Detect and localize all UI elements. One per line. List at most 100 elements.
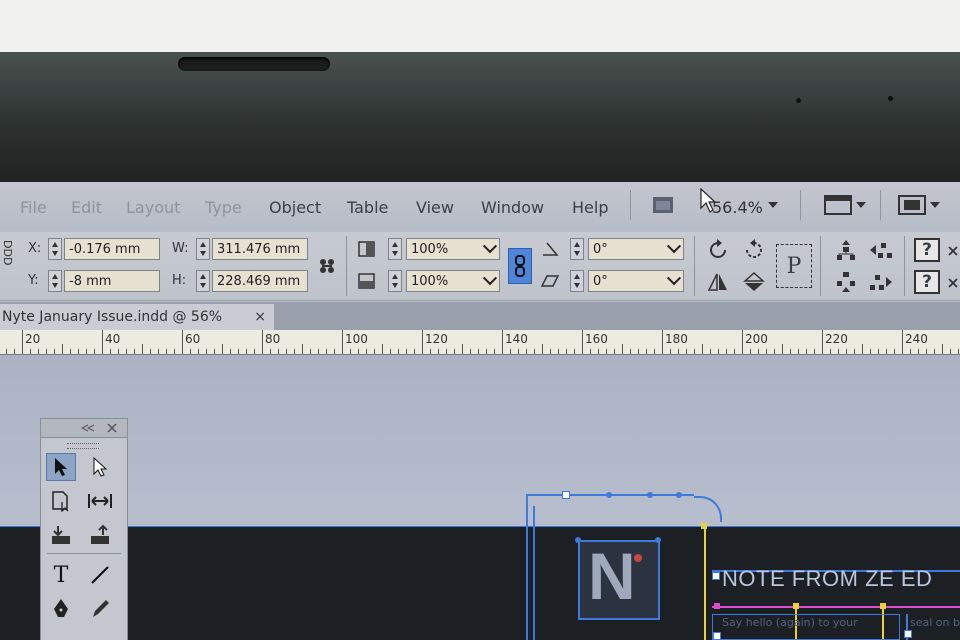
w-stepper[interactable] bbox=[196, 238, 210, 260]
panel-grip[interactable] bbox=[67, 443, 99, 449]
collapse-panel-icon[interactable] bbox=[81, 424, 95, 432]
body-text[interactable]: Say hello (again) to your bbox=[722, 616, 858, 629]
selection-tool-icon[interactable] bbox=[46, 453, 76, 481]
select-container-icon[interactable] bbox=[832, 236, 860, 264]
frame-handle[interactable] bbox=[712, 572, 720, 580]
scale-y-stepper[interactable] bbox=[388, 270, 402, 292]
page-tool-icon[interactable] bbox=[46, 487, 76, 515]
w-field[interactable]: 311.476 mm bbox=[212, 238, 308, 260]
close-icon[interactable] bbox=[946, 244, 960, 258]
constrain-scale-link-icon[interactable] bbox=[508, 248, 532, 284]
screen-mode-icon[interactable] bbox=[822, 192, 870, 218]
chevron-down-icon[interactable] bbox=[666, 239, 682, 254]
close-icon[interactable] bbox=[107, 423, 117, 433]
logo-frame[interactable]: N bbox=[578, 539, 660, 620]
menu-type[interactable]: Type bbox=[205, 198, 242, 217]
tools-panel-header[interactable] bbox=[41, 419, 127, 438]
rotate-clockwise-icon[interactable] bbox=[704, 236, 732, 264]
flip-vertical-icon[interactable] bbox=[740, 268, 768, 296]
help-icon[interactable]: ? bbox=[914, 238, 940, 262]
pen-tool-icon[interactable] bbox=[46, 595, 76, 623]
ruler-minor-tick bbox=[382, 344, 383, 354]
pencil-tool-icon[interactable] bbox=[85, 595, 115, 623]
chevron-down-icon[interactable] bbox=[666, 271, 682, 286]
x-field[interactable]: -0.176 mm bbox=[64, 238, 160, 260]
body-text-right[interactable]: seal on b bbox=[910, 616, 960, 629]
menu-object[interactable]: Object bbox=[269, 198, 321, 217]
select-content-icon[interactable] bbox=[832, 268, 860, 296]
content-collector-tool-icon[interactable] bbox=[46, 521, 76, 549]
direct-selection-tool-icon[interactable] bbox=[85, 453, 115, 481]
line-tool-icon[interactable] bbox=[85, 561, 115, 589]
menu-bar: File Edit Layout Type Object Table View … bbox=[0, 182, 960, 230]
select-previous-object-icon[interactable] bbox=[866, 236, 896, 264]
ruler-minor-tick bbox=[894, 349, 895, 354]
frame-handle[interactable] bbox=[904, 630, 912, 638]
ruler-minor-tick bbox=[702, 344, 703, 354]
shear-field[interactable]: 0° bbox=[588, 270, 684, 292]
pasteboard[interactable] bbox=[0, 355, 960, 527]
select-next-object-icon[interactable] bbox=[866, 268, 896, 296]
ruler-minor-tick bbox=[214, 349, 215, 354]
close-tab-icon[interactable]: × bbox=[254, 304, 266, 330]
chevron-down-icon[interactable] bbox=[482, 239, 498, 254]
rotate-counterclockwise-icon[interactable] bbox=[740, 236, 768, 264]
ruler-minor-tick bbox=[518, 349, 519, 354]
logo-frame-handle[interactable] bbox=[655, 537, 661, 543]
ruler-minor-tick bbox=[30, 349, 31, 354]
ruler-minor-tick bbox=[950, 349, 951, 354]
ruler-minor-tick bbox=[246, 349, 247, 354]
help-icon[interactable]: ? bbox=[914, 270, 940, 294]
scale-x-field[interactable]: 100% bbox=[406, 238, 500, 260]
horizontal-ruler[interactable]: 20 40 60 80 100 120 140 160 180 200 220 240 bbox=[0, 330, 960, 355]
scale-y-field[interactable]: 100% bbox=[406, 270, 500, 292]
scale-x-stepper[interactable] bbox=[388, 238, 402, 260]
arrange-documents-icon[interactable] bbox=[896, 192, 944, 218]
ruler-minor-tick bbox=[718, 349, 719, 354]
anchor-point bbox=[647, 492, 653, 498]
menu-table[interactable]: Table bbox=[347, 198, 388, 217]
frame-handle[interactable] bbox=[713, 632, 721, 640]
y-field[interactable]: -8 mm bbox=[64, 270, 160, 292]
page-heading[interactable]: NOTE FROM ZE ED bbox=[722, 566, 932, 592]
indesign-window: File Edit Layout Type Object Table View … bbox=[0, 182, 960, 640]
ruler-label: 120 bbox=[425, 332, 448, 346]
bleed-guide bbox=[533, 506, 535, 640]
frame-handle[interactable] bbox=[714, 603, 720, 609]
h-field[interactable]: 228.469 mm bbox=[212, 270, 308, 292]
menu-edit[interactable]: Edit bbox=[71, 198, 102, 217]
ruler-major-tick bbox=[902, 330, 903, 354]
menu-window[interactable]: Window bbox=[481, 198, 544, 217]
document-tab[interactable]: Nyte January Issue.indd @ 56% × bbox=[0, 304, 274, 330]
ruler-minor-tick bbox=[750, 349, 751, 354]
h-stepper[interactable] bbox=[196, 270, 210, 292]
menu-file[interactable]: File bbox=[20, 198, 47, 217]
x-label: X: bbox=[28, 241, 42, 256]
zoom-dropdown-icon[interactable] bbox=[766, 198, 780, 212]
ruler-minor-tick bbox=[486, 349, 487, 354]
type-tool-icon[interactable]: T bbox=[46, 561, 76, 589]
p-label: P bbox=[786, 253, 802, 279]
menu-help[interactable]: Help bbox=[572, 198, 608, 217]
x-stepper[interactable] bbox=[48, 238, 62, 260]
shear-stepper[interactable] bbox=[570, 270, 584, 292]
constrain-proportions-icon[interactable] bbox=[314, 254, 340, 278]
menu-view[interactable]: View bbox=[416, 198, 454, 217]
bridge-icon[interactable] bbox=[650, 194, 676, 216]
rotation-stepper[interactable] bbox=[570, 238, 584, 260]
gap-tool-icon[interactable] bbox=[85, 487, 115, 515]
content-placer-tool-icon[interactable] bbox=[85, 521, 115, 549]
chevron-down-icon[interactable] bbox=[482, 271, 498, 286]
reference-point-p-button[interactable]: P bbox=[776, 244, 812, 288]
ruler-minor-tick bbox=[758, 349, 759, 354]
selection-handle[interactable] bbox=[562, 491, 570, 499]
flip-horizontal-icon[interactable] bbox=[704, 268, 732, 296]
ruler-minor-tick bbox=[334, 349, 335, 354]
logo-frame-handle[interactable] bbox=[575, 537, 581, 543]
menu-layout[interactable]: Layout bbox=[126, 198, 180, 217]
zoom-level[interactable]: 56.4% bbox=[712, 198, 763, 217]
y-stepper[interactable] bbox=[48, 270, 62, 292]
frame-handle[interactable] bbox=[701, 523, 707, 529]
rotation-field[interactable]: 0° bbox=[588, 238, 684, 260]
close-icon[interactable] bbox=[946, 276, 960, 290]
